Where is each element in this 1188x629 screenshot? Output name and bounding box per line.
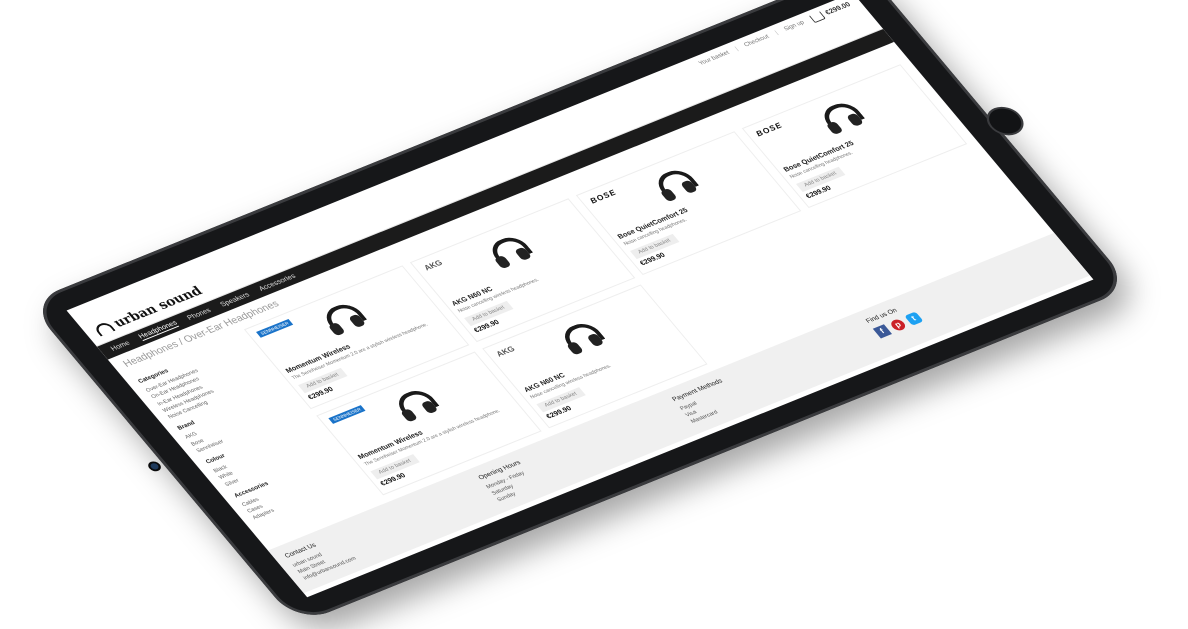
brand-logo: AKG (494, 344, 517, 359)
separator: | (734, 46, 740, 52)
headphones-icon (92, 320, 116, 337)
brand-badge: SENNHEISER (256, 318, 294, 338)
signup-link[interactable]: Sign up (783, 20, 806, 32)
brand-logo: AKG (421, 258, 445, 273)
cart-icon (808, 11, 826, 23)
twitter-icon[interactable]: t (904, 311, 924, 326)
headphones-icon (813, 99, 866, 138)
separator: | (774, 30, 780, 36)
headphones-icon (387, 386, 440, 425)
headphones-icon (315, 300, 368, 339)
headphones-icon (553, 319, 606, 358)
pinterest-icon[interactable]: p (888, 317, 908, 332)
brand-badge: SENNHEISER (328, 405, 366, 424)
facebook-icon[interactable]: f (872, 324, 892, 339)
headphones-icon (481, 233, 534, 272)
brand-logo: BOSE (587, 187, 619, 206)
tablet-device: Your basket | Checkout | Sign up €299.00… (27, 0, 1133, 625)
camera-icon (148, 462, 161, 471)
brand-logo: BOSE (753, 120, 785, 139)
headphones-icon (647, 166, 700, 205)
